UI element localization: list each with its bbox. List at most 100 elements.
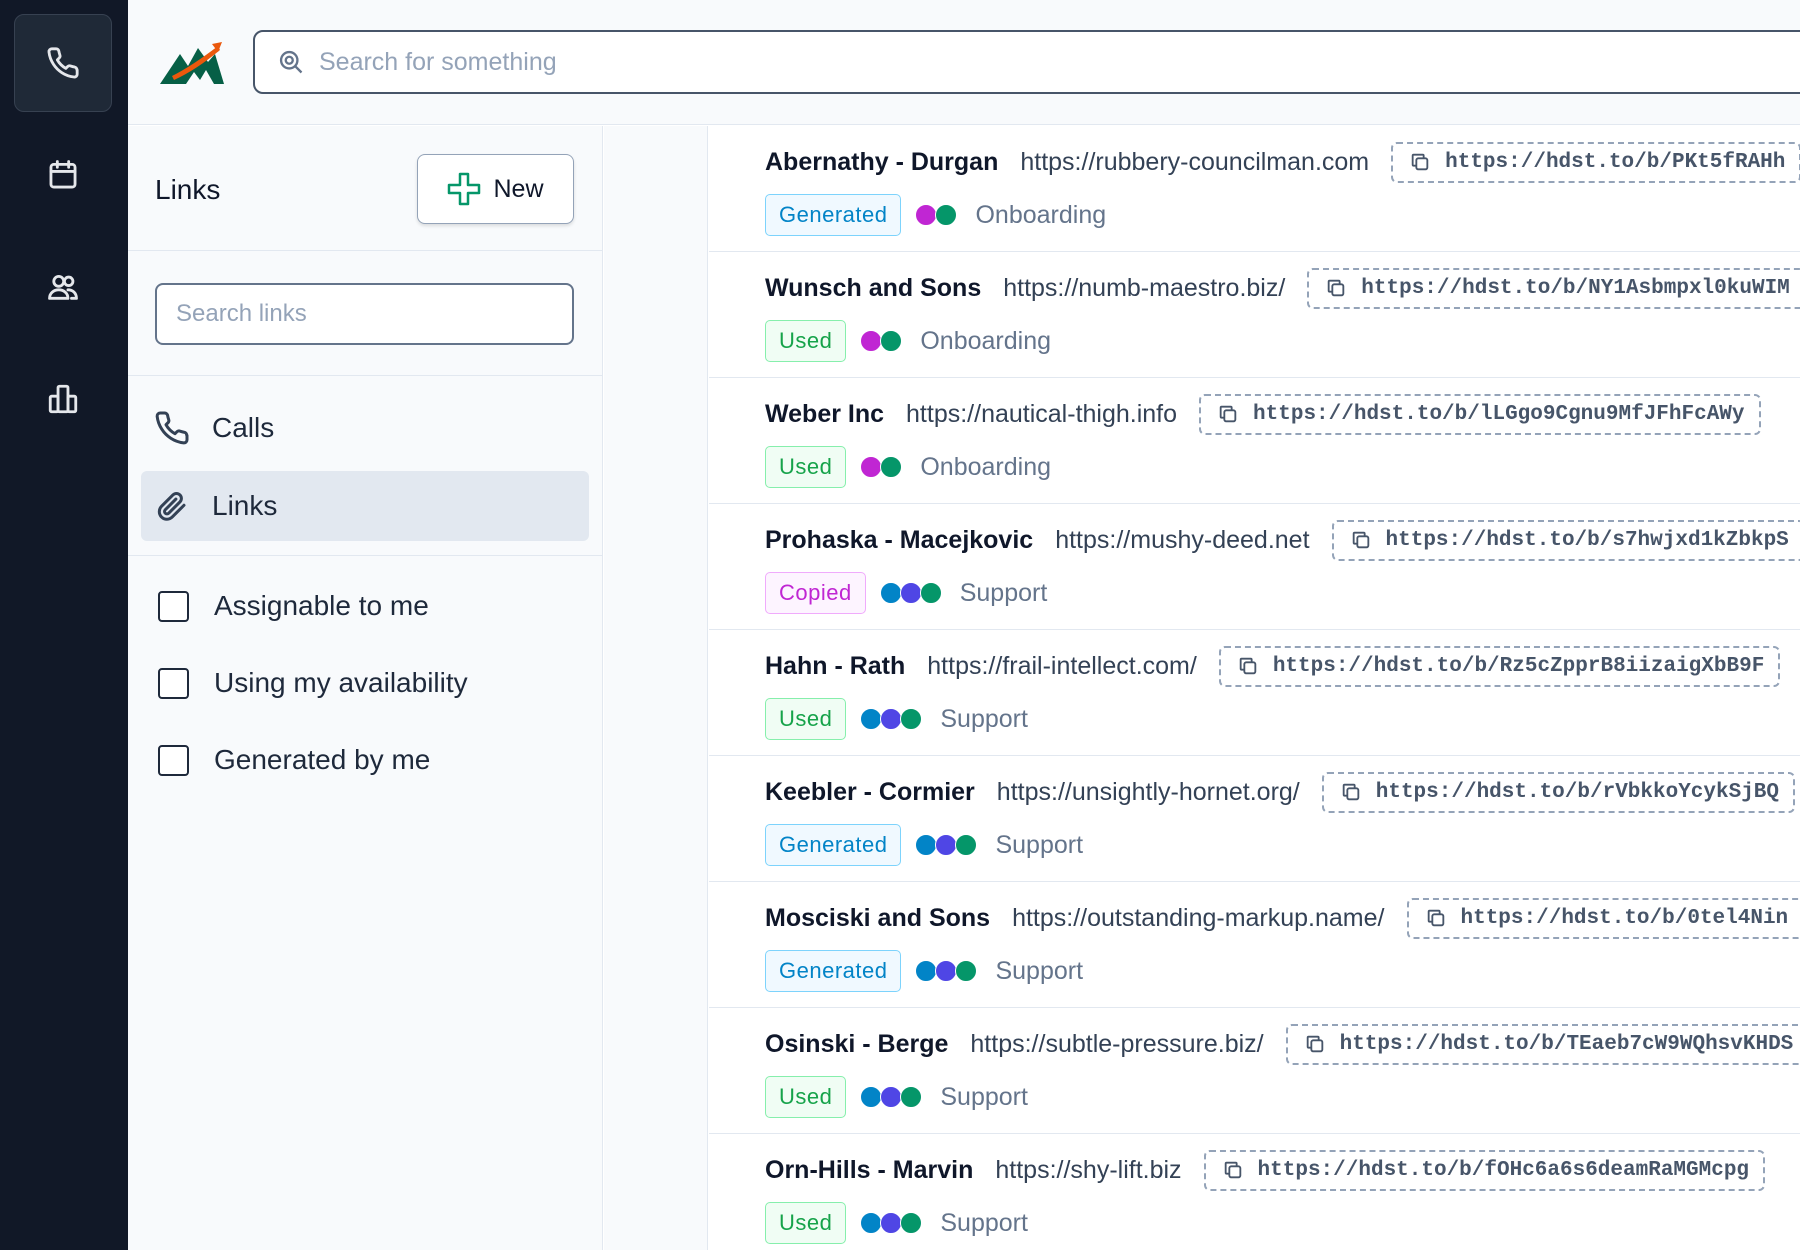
copy-icon: [1224, 1161, 1241, 1179]
copy-short-link-button[interactable]: https://hdst.to/b/fOHc6a6s6deamRaMGMcpg: [1203, 1149, 1766, 1191]
team-dots: [915, 204, 958, 226]
team-member-dot: [919, 582, 942, 604]
short-link-text: https://hdst.to/b/PKt5fRAHh: [1445, 150, 1786, 174]
short-link-text: https://hdst.to/b/rVbkkoYcykSjBQ: [1375, 780, 1780, 804]
link-row[interactable]: Hahn - Rath https://frail-intellect.com/h…: [709, 630, 1800, 756]
links-sidebar: Links New Calls Links Assignable to me U…: [128, 126, 603, 1250]
copy-short-link-button[interactable]: https://hdst.to/b/s7hwjxd1kZbkpS: [1331, 519, 1800, 561]
short-link-text: https://hdst.to/b/TEaeb7cW9WQhsvKHDS: [1339, 1032, 1794, 1056]
filter-label: Generated by me: [214, 744, 431, 775]
company-url[interactable]: https://mushy-deed.net: [1055, 526, 1309, 555]
company-name: Prohaska - Macejkovic: [765, 525, 1034, 554]
nav-item-links[interactable]: Links: [141, 471, 589, 541]
team-member-dot: [880, 330, 903, 352]
copy-short-link-button[interactable]: https://hdst.to/b/0tel4Nin: [1406, 897, 1800, 939]
company-url[interactable]: https://nautical-thigh.info: [906, 400, 1177, 429]
link-row-header: Mosciski and Sons https://outstanding-mar…: [765, 897, 1800, 939]
team-dots: [915, 960, 978, 982]
status-badge: Used: [765, 320, 847, 362]
link-row-meta: Generated Support: [765, 950, 1083, 992]
link-row[interactable]: Prohaska - Macejkovic https://mushy-deed.…: [709, 504, 1800, 630]
team-member-dot: [915, 960, 938, 982]
status-badge: Copied: [765, 572, 866, 614]
copy-icon: [1427, 909, 1444, 927]
company-url[interactable]: https://unsightly-hornet.org/: [997, 778, 1300, 807]
copy-icon: [1411, 153, 1429, 171]
top-bar: [128, 0, 1800, 125]
link-row-meta: Generated Onboarding: [765, 194, 1106, 236]
company-name: Keebler - Cormier: [765, 777, 975, 806]
links-list: Abernathy - Durgan https://rubbery-counci…: [709, 126, 1800, 1250]
team-member-dot: [935, 960, 958, 982]
link-row[interactable]: Wunsch and Sons https://numb-maestro.biz/…: [709, 252, 1800, 378]
link-row-meta: Copied Support: [765, 572, 1047, 614]
copy-icon: [1219, 405, 1237, 423]
company-url[interactable]: https://numb-maestro.biz/: [1003, 274, 1285, 303]
company-url[interactable]: https://shy-lift.biz: [995, 1156, 1181, 1185]
copy-short-link-button[interactable]: https://hdst.to/b/NY1Asbmpxl0kuWIM: [1307, 267, 1800, 309]
short-link-text: https://hdst.to/b/Rz5cZpprB8iizaigXbB9F: [1272, 654, 1765, 678]
link-row-header: Abernathy - Durgan https://rubbery-counci…: [765, 141, 1800, 183]
team-member-dot: [915, 834, 938, 856]
app-rail: [0, 0, 128, 1250]
copy-short-link-button[interactable]: https://hdst.to/b/rVbkkoYcykSjBQ: [1321, 771, 1796, 813]
team-member-dot: [900, 1212, 923, 1234]
copy-short-link-button[interactable]: https://hdst.to/b/PKt5fRAHh: [1391, 141, 1800, 183]
filter-generated-by-me[interactable]: Generated by me: [158, 740, 430, 780]
link-row[interactable]: Weber Inc https://nautical-thigh.info http…: [709, 378, 1800, 504]
nav-item-calls[interactable]: Calls: [141, 393, 589, 463]
sidebar-divider: [128, 555, 602, 556]
company-name: Weber Inc: [765, 399, 885, 428]
link-row-meta: Used Support: [765, 698, 1028, 740]
team-name: Support: [940, 704, 1028, 733]
global-search-input[interactable]: [319, 47, 1719, 77]
link-row[interactable]: Mosciski and Sons https://outstanding-mar…: [709, 882, 1800, 1008]
filter-assignable-to-me[interactable]: Assignable to me: [158, 586, 429, 626]
new-link-button[interactable]: New: [417, 154, 574, 224]
link-row[interactable]: Orn-Hills - Marvin https://shy-lift.biz ht…: [709, 1134, 1800, 1250]
team-name: Support: [940, 1208, 1028, 1237]
team-member-dot: [900, 1086, 923, 1108]
link-row-header: Prohaska - Macejkovic https://mushy-deed.…: [765, 519, 1800, 561]
filter-checkbox[interactable]: [158, 667, 189, 699]
copy-icon: [1328, 279, 1345, 297]
search-links-input[interactable]: [155, 283, 574, 345]
team-member-dot: [860, 708, 883, 730]
building-icon: [48, 384, 78, 414]
filter-checkbox[interactable]: [158, 590, 189, 622]
company-url[interactable]: https://subtle-pressure.biz/: [970, 1030, 1263, 1059]
copy-short-link-button[interactable]: https://hdst.to/b/TEaeb7cW9WQhsvKHDS: [1285, 1023, 1800, 1065]
filter-using-my-availability[interactable]: Using my availability: [158, 663, 468, 703]
company-url[interactable]: https://frail-intellect.com/: [927, 652, 1197, 681]
plus-icon: [448, 172, 481, 206]
team-dots: [860, 708, 923, 730]
global-search[interactable]: [253, 30, 1800, 94]
link-row-meta: Used Support: [765, 1202, 1028, 1244]
filter-label: Using my availability: [214, 667, 468, 698]
mountain-logo: [160, 42, 224, 84]
link-row[interactable]: Keebler - Cormier https://unsightly-horne…: [709, 756, 1800, 882]
rail-contacts-button[interactable]: [14, 238, 112, 336]
copy-short-link-button[interactable]: https://hdst.to/b/Rz5cZpprB8iizaigXbB9F: [1218, 645, 1781, 687]
rail-companies-button[interactable]: [14, 350, 112, 448]
company-url[interactable]: https://rubbery-councilman.com: [1020, 148, 1369, 177]
team-member-dot: [935, 834, 958, 856]
company-url[interactable]: https://outstanding-markup.name/: [1012, 904, 1384, 933]
search-icon: [279, 50, 303, 74]
link-row[interactable]: Abernathy - Durgan https://rubbery-counci…: [709, 126, 1800, 252]
status-badge: Generated: [765, 194, 902, 236]
link-row-header: Osinski - Berge https://subtle-pressure.b…: [765, 1023, 1800, 1065]
filter-checkbox[interactable]: [158, 744, 189, 776]
rail-calls-button[interactable]: [14, 14, 112, 112]
status-badge: Generated: [765, 824, 902, 866]
rail-calendar-button[interactable]: [14, 126, 112, 224]
link-row[interactable]: Osinski - Berge https://subtle-pressure.b…: [709, 1008, 1800, 1134]
short-link-text: https://hdst.to/b/NY1Asbmpxl0kuWIM: [1361, 276, 1790, 300]
company-name: Hahn - Rath: [765, 651, 906, 680]
copy-short-link-button[interactable]: https://hdst.to/b/lLGgo9Cgnu9MfJFhFcAWy: [1199, 393, 1761, 435]
company-name: Wunsch and Sons: [765, 273, 982, 302]
team-dots: [860, 1086, 923, 1108]
team-dots: [860, 330, 903, 352]
team-name: Support: [995, 956, 1084, 985]
link-row-header: Weber Inc https://nautical-thigh.info http…: [765, 393, 1761, 435]
